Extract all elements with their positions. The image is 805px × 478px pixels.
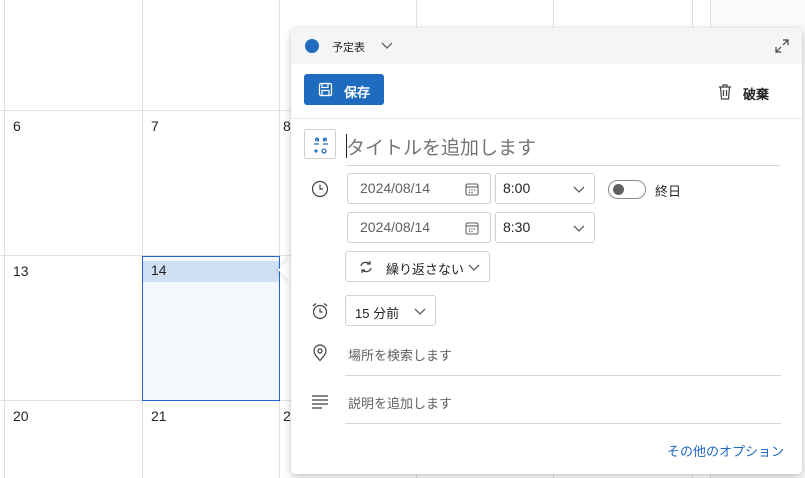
- end-time-dropdown[interactable]: 8:30: [495, 212, 595, 243]
- calendar-icon: [465, 183, 479, 196]
- end-date-value: 2024/08/14: [360, 219, 431, 235]
- reminder-dropdown[interactable]: 15 分前: [345, 295, 436, 326]
- selected-day-cell[interactable]: 14: [142, 256, 280, 401]
- new-event-popup: 予定表 保存 破棄 2024/08/: [291, 28, 802, 474]
- title-input[interactable]: [346, 130, 780, 166]
- calendar-color-dot: [305, 39, 319, 53]
- toggle-knob: [613, 184, 624, 195]
- popup-header: 予定表: [291, 28, 802, 64]
- description-input[interactable]: 説明を追加します: [348, 393, 452, 412]
- location-input[interactable]: 場所を検索します: [348, 345, 452, 364]
- day-number[interactable]: 21: [151, 408, 167, 424]
- all-day-label: 終日: [655, 185, 682, 200]
- day-number[interactable]: 20: [13, 408, 29, 424]
- repeat-value: 繰り返さない: [386, 263, 465, 278]
- day-number[interactable]: 13: [13, 263, 29, 279]
- divider: [291, 118, 802, 119]
- day-number[interactable]: 7: [151, 118, 159, 134]
- day-number[interactable]: 8: [283, 118, 291, 134]
- expand-icon[interactable]: [774, 38, 790, 54]
- all-day-toggle[interactable]: [608, 180, 646, 199]
- text-caret: [346, 134, 347, 158]
- day-number: 14: [151, 262, 167, 278]
- grid-line: [4, 0, 5, 478]
- start-time-value: 8:00: [503, 180, 531, 196]
- category-icon: [314, 137, 328, 154]
- calendar-selector[interactable]: 予定表: [332, 39, 365, 55]
- chevron-down-icon[interactable]: [381, 42, 393, 50]
- calendar-icon: [465, 222, 479, 235]
- day-number[interactable]: 2: [283, 408, 291, 424]
- category-button[interactable]: [304, 129, 336, 159]
- more-options-link[interactable]: その他のオプション: [667, 441, 784, 460]
- discard-label: 破棄: [743, 88, 770, 103]
- start-date-value: 2024/08/14: [360, 180, 431, 196]
- save-icon: [318, 82, 333, 97]
- end-date-field[interactable]: 2024/08/14: [347, 212, 491, 243]
- grid-line: [142, 0, 143, 478]
- divider: [345, 375, 781, 376]
- repeat-dropdown[interactable]: 繰り返さない: [345, 251, 490, 282]
- chevron-down-icon: [573, 225, 585, 232]
- end-time-value: 8:30: [503, 219, 531, 235]
- chevron-down-icon: [573, 186, 585, 193]
- start-time-dropdown[interactable]: 8:00: [495, 173, 595, 204]
- save-label: 保存: [344, 86, 371, 101]
- repeat-icon: [360, 261, 372, 273]
- grid-line: [279, 0, 280, 478]
- clock-icon: [311, 180, 329, 198]
- start-date-field[interactable]: 2024/08/14: [347, 173, 491, 204]
- day-number[interactable]: 6: [13, 118, 21, 134]
- chevron-down-icon: [468, 264, 480, 271]
- trash-icon: [719, 84, 731, 100]
- location-pin-icon: [313, 344, 327, 362]
- text-lines-icon: [312, 395, 328, 409]
- save-button[interactable]: 保存: [304, 74, 384, 105]
- alarm-icon: [312, 303, 328, 320]
- divider: [345, 423, 781, 424]
- chevron-down-icon: [414, 308, 426, 315]
- reminder-value: 15 分前: [355, 306, 400, 321]
